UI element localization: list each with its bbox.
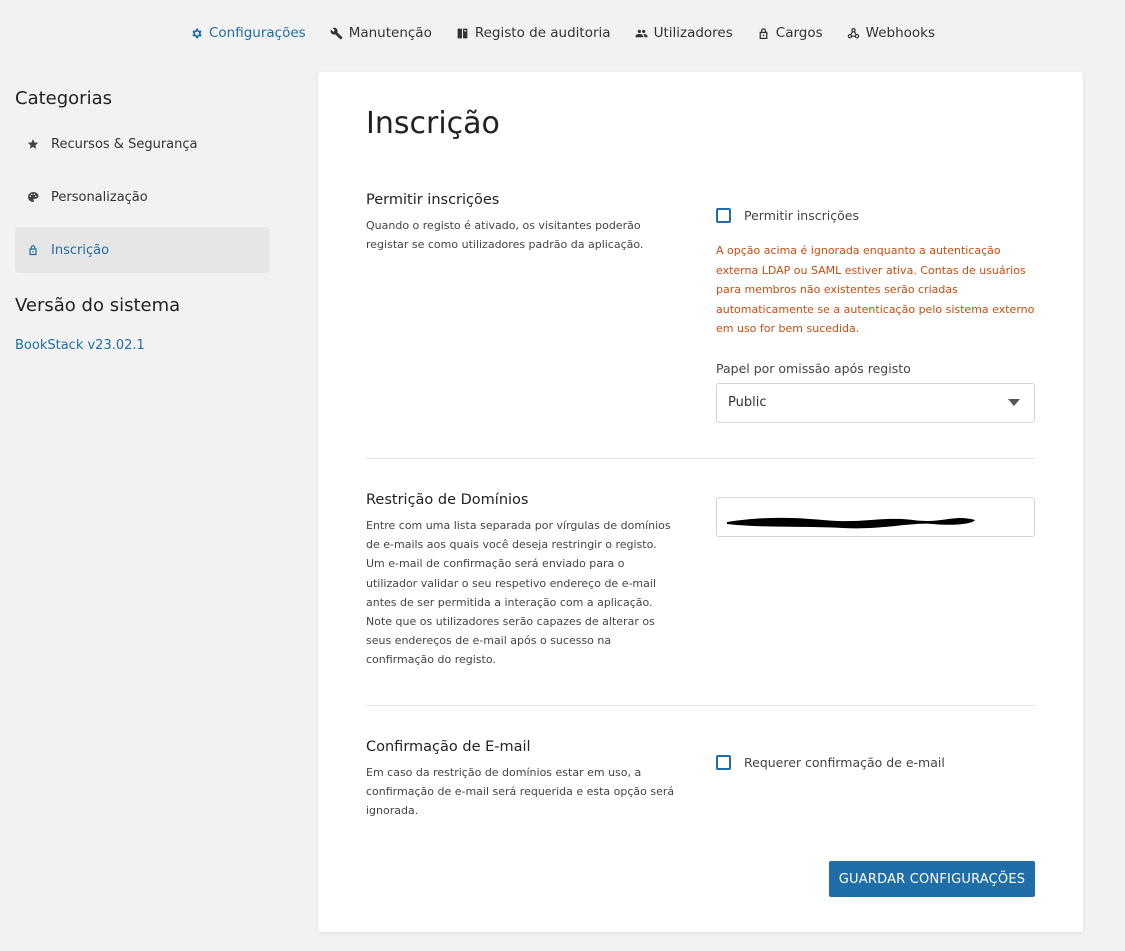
sidebar-item-registration[interactable]: Inscrição <box>15 227 270 273</box>
gear-icon <box>192 28 202 38</box>
nav-settings-label: Configurações <box>208 25 306 41</box>
nav-roles-label: Cargos <box>775 25 823 41</box>
allow-registration-checkbox[interactable] <box>716 208 731 223</box>
registration-description: Quando o registo é ativado, os visitante… <box>366 219 644 252</box>
lock-icon <box>29 245 37 256</box>
chevron-down-icon <box>1008 399 1020 406</box>
nav-audit-log[interactable]: Registo de auditoria <box>456 25 611 41</box>
domain-restriction-input[interactable] <box>716 497 1035 537</box>
sidebar-item-label: Inscrição <box>51 242 110 258</box>
sidebar-item-label: Personalização <box>51 189 148 205</box>
nav-maintenance-label: Manutenção <box>348 25 432 41</box>
sidebar-item-label: Recursos & Segurança <box>51 136 198 152</box>
divider <box>366 705 1035 706</box>
default-role-label: Papel por omissão após registo <box>716 360 911 376</box>
domain-restriction-section: Restrição de Domínios Entre com uma list… <box>366 492 1035 692</box>
sidebar-item-features-security[interactable]: Recursos & Segurança <box>15 121 270 167</box>
nav-settings[interactable]: Configurações <box>190 25 306 41</box>
nav-users[interactable]: Utilizadores <box>635 25 733 41</box>
palette-icon <box>28 192 39 202</box>
nav-maintenance[interactable]: Manutenção <box>330 25 432 41</box>
nav-roles[interactable]: Cargos <box>757 25 823 41</box>
registration-section: Permitir inscrições Quando o registo é a… <box>366 192 1035 432</box>
require-email-confirmation-row[interactable]: Requerer confirmação de e-mail <box>716 755 1035 770</box>
settings-card: Inscrição Permitir inscrições Quando o r… <box>318 72 1083 932</box>
require-email-confirmation-checkbox[interactable] <box>716 755 731 770</box>
email-confirmation-description: Em caso da restrição de domínios estar e… <box>366 766 675 818</box>
webhook-icon <box>847 27 859 38</box>
sidebar-item-customization[interactable]: Personalização <box>15 174 270 220</box>
domain-restriction-description: Entre com uma lista separada por vírgula… <box>366 519 671 609</box>
nav-webhooks[interactable]: Webhooks <box>847 25 935 41</box>
email-confirmation-title: Confirmação de E-mail <box>366 739 531 755</box>
email-confirmation-section: Confirmação de E-mail Em caso da restriç… <box>366 739 1035 839</box>
require-email-confirmation-label: Requerer confirmação de e-mail <box>744 755 945 770</box>
page-title: Inscrição <box>366 106 500 141</box>
registration-title: Permitir inscrições <box>366 192 500 208</box>
nav-users-label: Utilizadores <box>653 25 733 41</box>
star-icon <box>27 139 39 149</box>
external-auth-warning: A opção acima é ignorada enquanto a aute… <box>716 244 1035 335</box>
save-settings-button[interactable]: GUARDAR CONFIGURAÇÕES <box>829 861 1035 897</box>
allow-registration-checkbox-row[interactable]: Permitir inscrições <box>716 208 1035 223</box>
nav-webhooks-label: Webhooks <box>865 25 936 41</box>
sidebar: Categorias Recursos & Segurança Personal… <box>15 88 270 353</box>
nav-audit-log-label: Registo de auditoria <box>474 25 611 41</box>
divider <box>366 458 1035 459</box>
domain-restriction-title: Restrição de Domínios <box>366 492 529 508</box>
domain-restriction-note: Note que os utilizadores serão capazes d… <box>366 615 655 667</box>
default-role-value: Public <box>728 395 767 410</box>
version-title: Versão do sistema <box>15 295 181 316</box>
categories-title: Categorias <box>15 88 112 109</box>
top-navigation: Configurações Manutenção Registo de audi… <box>0 22 1125 44</box>
redaction-scribble <box>727 517 975 529</box>
users-icon <box>635 29 648 37</box>
allow-registration-label: Permitir inscrições <box>744 208 859 223</box>
wrench-icon <box>330 27 343 39</box>
book-icon <box>457 28 468 38</box>
default-role-select[interactable]: Public <box>716 382 1035 423</box>
version-link[interactable]: BookStack v23.02.1 <box>15 338 145 353</box>
lock-icon <box>759 27 768 39</box>
